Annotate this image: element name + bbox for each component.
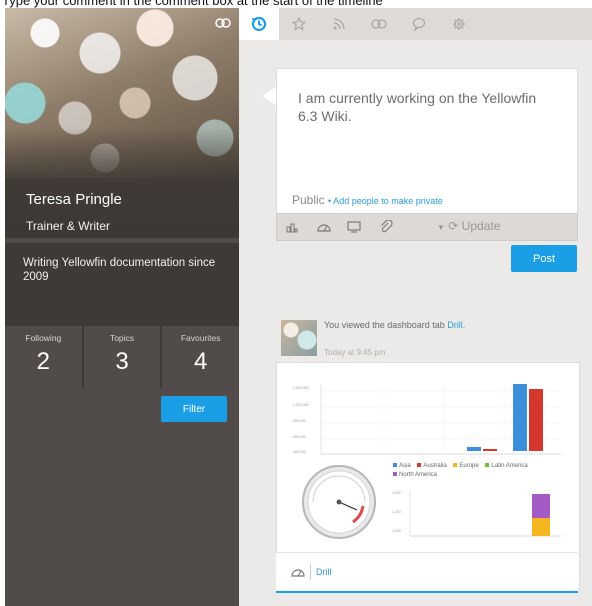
y-tick: 300,000	[293, 450, 306, 454]
profile-role: Trainer & Writer	[26, 219, 111, 233]
activity-prefix: You viewed the dashboard tab	[324, 320, 445, 330]
stat-label: Favourites	[180, 333, 221, 343]
tab-bar	[239, 8, 592, 40]
comment-box[interactable]: I am currently working on the Yellowfin …	[276, 68, 578, 214]
dashboard-icon	[291, 569, 305, 577]
legend-swatch	[417, 463, 422, 468]
legend-item: North America	[393, 472, 437, 478]
activity-timestamp: Today at 9:45 pm	[324, 348, 386, 357]
stat-value: 2	[36, 348, 51, 375]
stat-following[interactable]: Following 2	[5, 326, 84, 388]
gauge-thumbnail	[302, 465, 376, 539]
tab-discussions[interactable]	[399, 8, 439, 40]
rss-icon	[333, 18, 345, 30]
bar	[513, 384, 527, 451]
tab-feeds[interactable]	[319, 8, 359, 40]
visibility-label[interactable]: Public	[292, 193, 325, 207]
activity-link[interactable]: Drill.	[447, 320, 465, 330]
stat-value: 3	[115, 348, 129, 375]
bar	[532, 518, 550, 536]
legend-swatch	[485, 463, 490, 468]
legend-item: Europe	[453, 463, 479, 469]
drill-footer[interactable]: Drill	[276, 552, 578, 593]
tab-timeline[interactable]	[239, 8, 279, 40]
y-tick: 1,500,000	[293, 386, 309, 390]
attach-dashboard-button[interactable]	[309, 214, 339, 240]
profile-bio: Writing Yellowfin documentation since 20…	[23, 257, 216, 283]
legend-swatch	[393, 472, 397, 477]
divider	[310, 564, 311, 580]
storyboard-icon	[347, 221, 361, 233]
profile-name: Teresa Pringle	[26, 191, 122, 208]
composer-toolbar: ▼ ⟳ Update	[276, 213, 578, 241]
stat-value: 4	[194, 348, 208, 375]
y-tick: 1,500	[392, 491, 401, 495]
dashboard-thumbnail: 1,500,000 1,200,000 900,000 600,000 300,…	[289, 374, 564, 539]
filter-button[interactable]: Filter	[161, 396, 227, 422]
composer-pointer	[263, 86, 277, 106]
star-icon	[292, 17, 306, 31]
comment-input[interactable]: I am currently working on the Yellowfin …	[298, 89, 558, 125]
legend-item: Australia	[417, 463, 447, 469]
update-label: Update	[461, 219, 501, 233]
link-icon[interactable]	[215, 18, 231, 28]
gear-icon	[453, 18, 465, 30]
legend-swatch	[453, 463, 458, 468]
dashboard-icon	[317, 224, 331, 232]
privacy-row: Public • Add people to make private	[292, 193, 443, 207]
caption-text: Type your comment in the comment box at …	[2, 0, 383, 8]
post-button[interactable]: Post	[511, 245, 577, 272]
stat-label: Topics	[109, 333, 135, 343]
legend-swatch	[393, 463, 397, 468]
comment-icon	[412, 17, 426, 31]
stat-favourites[interactable]: Favourites 4	[162, 326, 239, 388]
bar	[467, 447, 481, 451]
profile-stats: Following 2 Topics 3 Favourites 4	[5, 326, 239, 388]
tab-links[interactable]	[359, 8, 399, 40]
y-tick: 1,000	[392, 529, 401, 533]
y-tick: 600,000	[293, 435, 306, 439]
attach-link-button[interactable]	[371, 214, 401, 240]
tab-settings[interactable]	[439, 8, 479, 40]
attach-report-button[interactable]	[277, 214, 307, 240]
y-tick: 1,200	[392, 510, 401, 514]
refresh-icon: ⟳	[448, 219, 459, 233]
bar	[532, 494, 550, 518]
add-people-link[interactable]: • Add people to make private	[328, 196, 443, 206]
instruction-caption: Type your comment in the comment box at …	[0, 0, 592, 8]
stat-label: Following	[25, 333, 62, 343]
y-tick: 900,000	[293, 419, 306, 423]
attach-storyboard-button[interactable]	[339, 214, 369, 240]
activity-text: You viewed the dashboard tab Drill.	[324, 320, 465, 330]
chevron-down-icon: ▼	[437, 223, 445, 232]
report-icon	[286, 223, 298, 233]
stat-topics[interactable]: Topics 3	[84, 326, 163, 388]
drill-link[interactable]: Drill	[316, 567, 332, 577]
link-icon	[371, 19, 387, 29]
bar	[529, 389, 543, 451]
tab-favourites[interactable]	[279, 8, 319, 40]
profile-panel: Teresa Pringle Trainer & Writer Writing …	[5, 8, 239, 606]
bar	[483, 449, 497, 451]
paperclip-icon	[381, 220, 393, 233]
timeline-icon	[251, 16, 267, 32]
y-tick: 1,200,000	[293, 403, 309, 407]
legend-item: Asia	[393, 463, 411, 469]
avatar	[281, 320, 317, 356]
update-control[interactable]: ▼ ⟳ Update	[437, 219, 500, 233]
chart-legend: Asia Australia Europe Latin America Nort…	[393, 462, 563, 480]
legend-item: Latin America	[485, 463, 528, 469]
